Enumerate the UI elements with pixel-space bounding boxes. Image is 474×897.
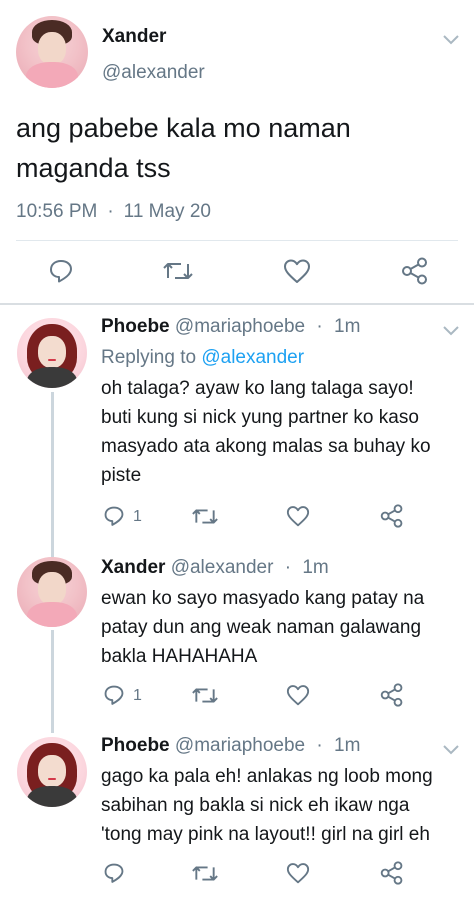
retweet-icon[interactable] (163, 259, 193, 283)
separator-dot: · (284, 557, 292, 578)
reply-text-line: buti kung si nick yung partner ko kaso (101, 407, 419, 428)
section-divider (0, 303, 474, 305)
reply-text-line: bakla HAHAHAHA (101, 646, 258, 667)
tweet-text-line: maganda tss (16, 153, 171, 183)
tweet-text: ang pabebe kala mo naman maganda tss (16, 108, 456, 188)
heart-icon[interactable] (286, 862, 310, 884)
reply-icon[interactable] (103, 505, 125, 527)
retweet-icon[interactable] (192, 863, 218, 884)
tweet-date: 11 May 20 (123, 201, 211, 222)
reply-text-line: ewan ko sayo masyado kang patay na (101, 588, 425, 609)
avatar[interactable] (17, 737, 87, 807)
avatar[interactable] (16, 16, 88, 88)
reply-time: 1m (302, 557, 329, 578)
replying-to: Replying to @alexander (101, 347, 304, 369)
reply-icon[interactable] (103, 684, 125, 706)
share-icon[interactable] (380, 861, 404, 885)
separator-dot: · (316, 735, 323, 756)
author-handle[interactable]: @mariaphoebe (175, 735, 305, 756)
avatar[interactable] (17, 557, 87, 627)
author-handle[interactable]: @mariaphoebe (175, 316, 305, 337)
reply-header: Phoebe @mariaphoebe · 1m (101, 316, 360, 338)
separator-dot: · (107, 201, 114, 222)
main-tweet: Xander @alexander ang pabebe kala mo nam… (0, 0, 474, 303)
thread-line (51, 392, 54, 557)
replying-to-link[interactable]: @alexander (201, 347, 304, 368)
separator-dot: · (316, 316, 323, 337)
thread-line (51, 630, 54, 733)
chevron-down-icon[interactable] (443, 32, 459, 45)
retweet-icon[interactable] (192, 506, 218, 527)
heart-icon[interactable] (286, 684, 310, 706)
reply-time: 1m (334, 735, 361, 756)
chevron-down-icon[interactable] (443, 742, 459, 755)
divider (16, 240, 458, 241)
reply-text: oh talaga? ayaw ko lang talaga sayo! but… (101, 374, 461, 490)
reply-text-line: sabihan ng bakla si nick eh ikaw nga (101, 795, 410, 816)
reply-text-line: patay dun ang weak naman galawang (101, 617, 422, 638)
reply-count: 1 (133, 508, 142, 525)
author-handle[interactable]: @alexander (102, 62, 205, 84)
tweet-timestamp[interactable]: 10:56 PM · 11 May 20 (16, 201, 211, 223)
reply-text-line: masyado ata akong malas sa buhay ko (101, 436, 431, 457)
replying-prefix: Replying to (101, 347, 197, 368)
heart-icon[interactable] (286, 505, 310, 527)
reply-text-line: oh talaga? ayaw ko lang talaga sayo! (101, 378, 414, 399)
chevron-down-icon[interactable] (443, 323, 459, 336)
tweet-text-line: ang pabebe kala mo naman (16, 113, 351, 143)
reply-text-line: piste (101, 465, 142, 486)
author-name[interactable]: Phoebe (101, 316, 170, 337)
reply-text-line: 'tong may pink na layout!! girl na girl … (101, 824, 430, 845)
author-handle[interactable]: @alexander (171, 557, 274, 578)
tweet-time: 10:56 PM (16, 201, 98, 222)
share-icon[interactable] (380, 683, 404, 707)
reply-text: gago ka pala eh! anlakas ng loob mong sa… (101, 762, 471, 849)
avatar[interactable] (17, 318, 87, 388)
reply-icon[interactable] (48, 258, 74, 284)
reply-time: 1m (334, 316, 361, 337)
heart-icon[interactable] (283, 258, 311, 284)
author-name[interactable]: Xander (102, 26, 166, 48)
reply-header: Phoebe @mariaphoebe · 1m (101, 735, 360, 757)
share-icon[interactable] (401, 257, 429, 285)
reply-icon[interactable] (103, 862, 125, 884)
reply-count: 1 (133, 687, 142, 704)
author-name[interactable]: Xander (101, 557, 165, 578)
retweet-icon[interactable] (192, 685, 218, 706)
reply-text: ewan ko sayo masyado kang patay na patay… (101, 584, 461, 671)
author-name[interactable]: Phoebe (101, 735, 170, 756)
reply-header: Xander @alexander · 1m (101, 557, 329, 579)
share-icon[interactable] (380, 504, 404, 528)
reply-text-line: gago ka pala eh! anlakas ng loob mong (101, 766, 433, 787)
